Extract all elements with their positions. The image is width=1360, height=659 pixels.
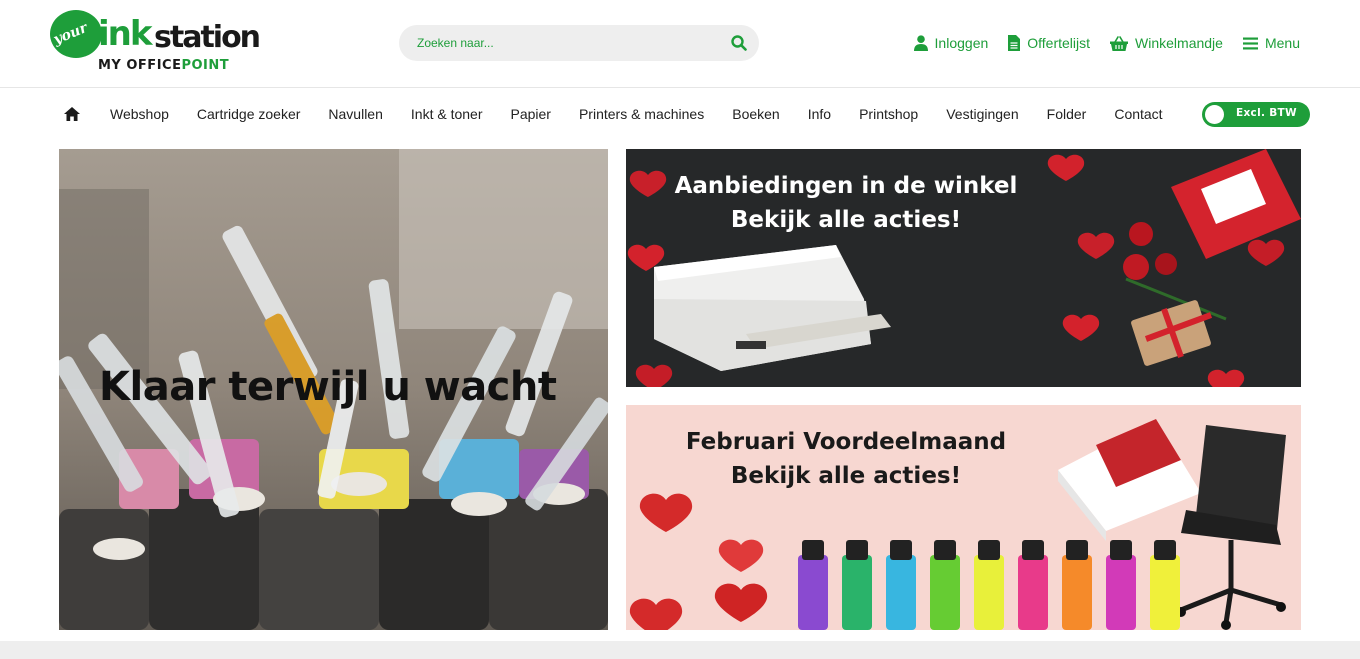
nav-item-webshop[interactable]: Webshop [96,102,183,126]
nav-item-folder[interactable]: Folder [1033,102,1101,126]
store-offers-banner[interactable]: Aanbiedingen in de winkel Bekijk alle ac… [626,149,1301,387]
nav-item-boeken[interactable]: Boeken [718,102,793,126]
logo-ink-text: ink [98,14,153,54]
february-cta: Bekijk alle acties! [730,463,962,489]
quote-list-label: Offertelijst [1027,35,1091,51]
search-bar [399,25,759,61]
nav-item-printers-machines[interactable]: Printers & machines [565,102,718,126]
refill-headline: Klaar terwijl u wacht [99,364,557,410]
logo-sub-point: POINT [181,58,230,73]
nav-item-papier[interactable]: Papier [496,102,564,126]
logo-subtitle: MY OFFICEPOINT [98,58,229,73]
hamburger-icon [1242,37,1258,49]
menu-label: Menu [1264,35,1300,51]
logo-sub-my-office: MY OFFICE [98,58,182,73]
logo-station-text: station [154,20,261,55]
cart-link[interactable]: Winkelmandje [1110,35,1223,51]
nav-items: Webshop Cartridge zoeker Navullen Inkt &… [60,101,1177,127]
search-icon [731,35,747,51]
store-offers-headline: Aanbiedingen in de winkel [674,173,1018,199]
nav-item-inkt-toner[interactable]: Inkt & toner [397,102,497,126]
inkstation-logo[interactable]: your ink station MY OFFICEPOINT [50,8,290,78]
vat-toggle-label: Excl. BTW [1236,107,1297,119]
vat-toggle[interactable]: Excl. BTW [1202,102,1310,127]
document-icon [1008,35,1021,51]
search-input[interactable] [417,33,717,53]
user-icon [913,35,928,51]
nav-home[interactable] [60,102,84,126]
nav-item-cartridge-zoeker[interactable]: Cartridge zoeker [183,102,315,126]
store-offers-cta: Bekijk alle acties! [730,207,962,233]
nav-item-info[interactable]: Info [794,102,845,126]
nav-item-printshop[interactable]: Printshop [845,102,932,126]
nav-item-vestigingen[interactable]: Vestigingen [932,102,1032,126]
february-headline: Februari Voordeelmaand [685,429,1007,455]
home-icon [64,107,80,121]
login-label: Inloggen [934,35,989,51]
quote-list-link[interactable]: Offertelijst [1008,35,1090,51]
main-nav: Webshop Cartridge zoeker Navullen Inkt &… [0,89,1360,138]
february-deals-banner[interactable]: Februari Voordeelmaand Bekijk alle actie… [626,405,1301,630]
menu-button[interactable]: Menu [1242,35,1300,51]
search-button[interactable] [725,29,753,57]
nav-item-contact[interactable]: Contact [1100,102,1176,126]
cart-label: Winkelmandje [1135,35,1223,51]
refill-banner[interactable]: Klaar terwijl u wacht [59,149,608,630]
basket-icon [1110,35,1129,51]
login-link[interactable]: Inloggen [913,35,989,51]
footer-strip [0,641,1360,659]
site-header: your ink station MY OFFICEPOINT Inloggen [0,0,1360,88]
header-actions: Inloggen Offertelijst Winkelmandje Menu [913,30,1300,56]
vat-toggle-knob [1205,105,1224,124]
nav-item-navullen[interactable]: Navullen [314,102,396,126]
